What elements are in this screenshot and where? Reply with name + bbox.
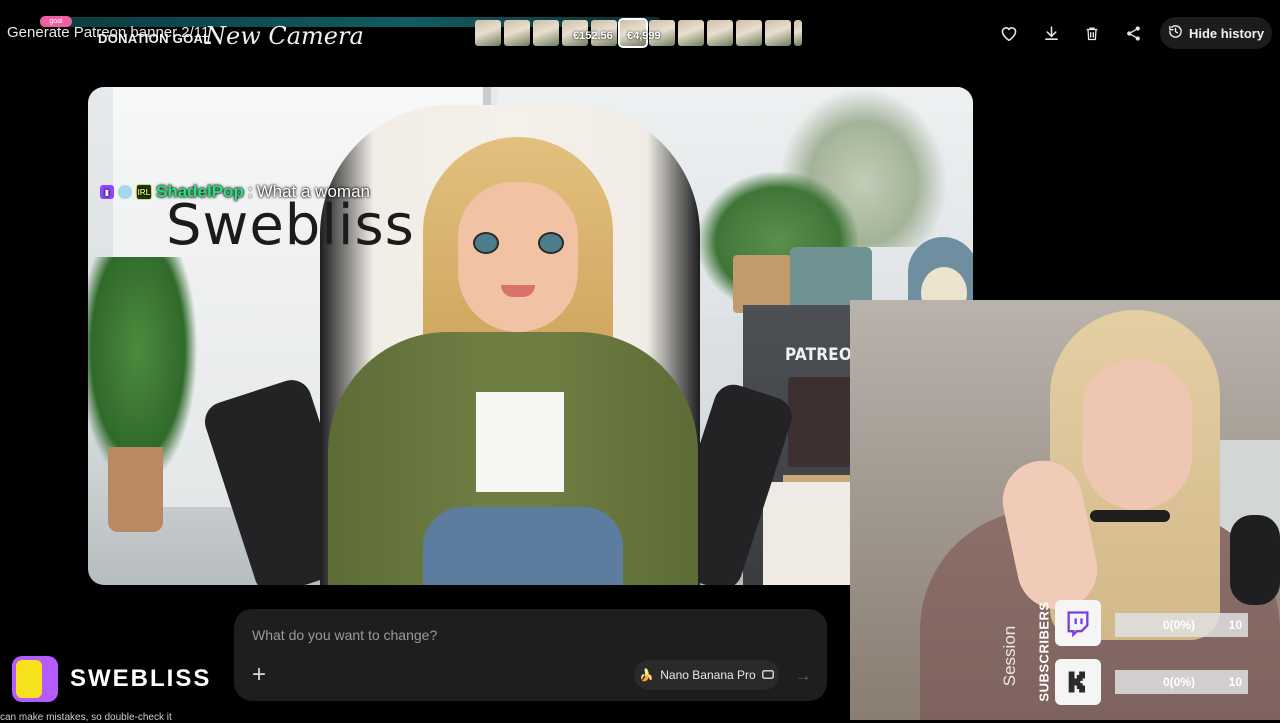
webcam-feed [850, 300, 1280, 720]
subscribers-label: SUBSCRIBERS [1036, 601, 1052, 702]
donation-goal-amount: €4,999 [627, 30, 661, 42]
chat-username: ShadelPop [156, 182, 244, 201]
streamer-face [1082, 360, 1192, 510]
twitch-badge-icon: ▮ [100, 185, 114, 199]
donation-goal-label: DONATION GOAL [98, 31, 212, 46]
twitch-subscriber-goal: 10 [1228, 618, 1242, 632]
model-selector[interactable]: 🍌 Nano Banana Pro [634, 660, 779, 690]
download-icon[interactable] [1038, 20, 1064, 46]
session-label: Session [1000, 625, 1020, 687]
history-thumbnail[interactable] [475, 20, 501, 46]
generated-image: Swebliss PATREON.COM/SWEBLISS [88, 87, 973, 585]
top-bar: goal Generate Patreon banner 2/11 DONATI… [0, 0, 1280, 64]
kick-subscriber-count: 0(0%) [1163, 675, 1196, 689]
history-thumbnail[interactable] [678, 20, 704, 46]
hide-history-button[interactable]: Hide history [1160, 17, 1272, 49]
trash-icon[interactable] [1079, 20, 1105, 46]
donation-current-amount: €152.56 [573, 30, 613, 42]
brand-logo-icon [12, 656, 58, 702]
streamer-choker [1090, 510, 1170, 522]
microphone [1230, 515, 1280, 605]
plus-icon: + [251, 661, 266, 688]
kick-subscriber-bar: 0(0%) 10 [1115, 670, 1248, 694]
heart-icon[interactable] [996, 20, 1022, 46]
circle-badge-icon [118, 185, 132, 199]
character-top [476, 392, 564, 492]
send-button[interactable]: → [790, 663, 816, 689]
chat-message-text: What a woman [256, 182, 370, 201]
model-name: Nano Banana Pro [660, 668, 756, 682]
model-chip-icon [761, 668, 774, 682]
history-thumbnail[interactable] [736, 20, 762, 46]
share-icon[interactable] [1120, 20, 1146, 46]
prompt-input[interactable] [250, 623, 794, 647]
disclaimer-text: can make mistakes, so double-check it [0, 712, 172, 723]
character-eye-right [538, 232, 564, 254]
character-jeans [423, 507, 623, 585]
twitch-icon [1055, 600, 1101, 646]
character-eye-left [473, 232, 499, 254]
prompt-box: + 🍌 Nano Banana Pro → [234, 609, 827, 701]
history-thumbnail[interactable] [707, 20, 733, 46]
chat-message: ▮ IRL ShadelPop : What a woman [100, 182, 370, 202]
kick-subscriber-goal: 10 [1228, 675, 1242, 689]
history-thumbnail[interactable] [533, 20, 559, 46]
kick-icon [1055, 659, 1101, 705]
twitch-subscriber-bar: 0(0%) 10 [1115, 613, 1248, 637]
character-face [458, 182, 578, 332]
history-thumbnail[interactable] [765, 20, 791, 46]
history-icon [1168, 24, 1183, 42]
session-subscribers-label: Session SUBSCRIBERS [1000, 600, 1060, 708]
whiteboard-signature: Swebliss [166, 193, 415, 258]
history-thumbnail[interactable] [794, 20, 802, 46]
arrow-right-icon: → [794, 666, 812, 685]
camera-overlay-text: New Camera [205, 22, 364, 50]
chat-separator: : [247, 182, 253, 201]
left-plant-pot [108, 447, 163, 532]
twitch-subscriber-count: 0(0%) [1163, 618, 1196, 632]
brand-name: SWEBLISS [70, 665, 212, 692]
history-thumbnail[interactable] [504, 20, 530, 46]
streamer-brand: SWEBLISS [12, 656, 211, 702]
irl-badge-icon: IRL [136, 184, 152, 200]
hide-history-label: Hide history [1188, 25, 1265, 41]
banana-icon: 🍌 [639, 668, 655, 682]
add-attachment-button[interactable]: + [246, 663, 272, 689]
